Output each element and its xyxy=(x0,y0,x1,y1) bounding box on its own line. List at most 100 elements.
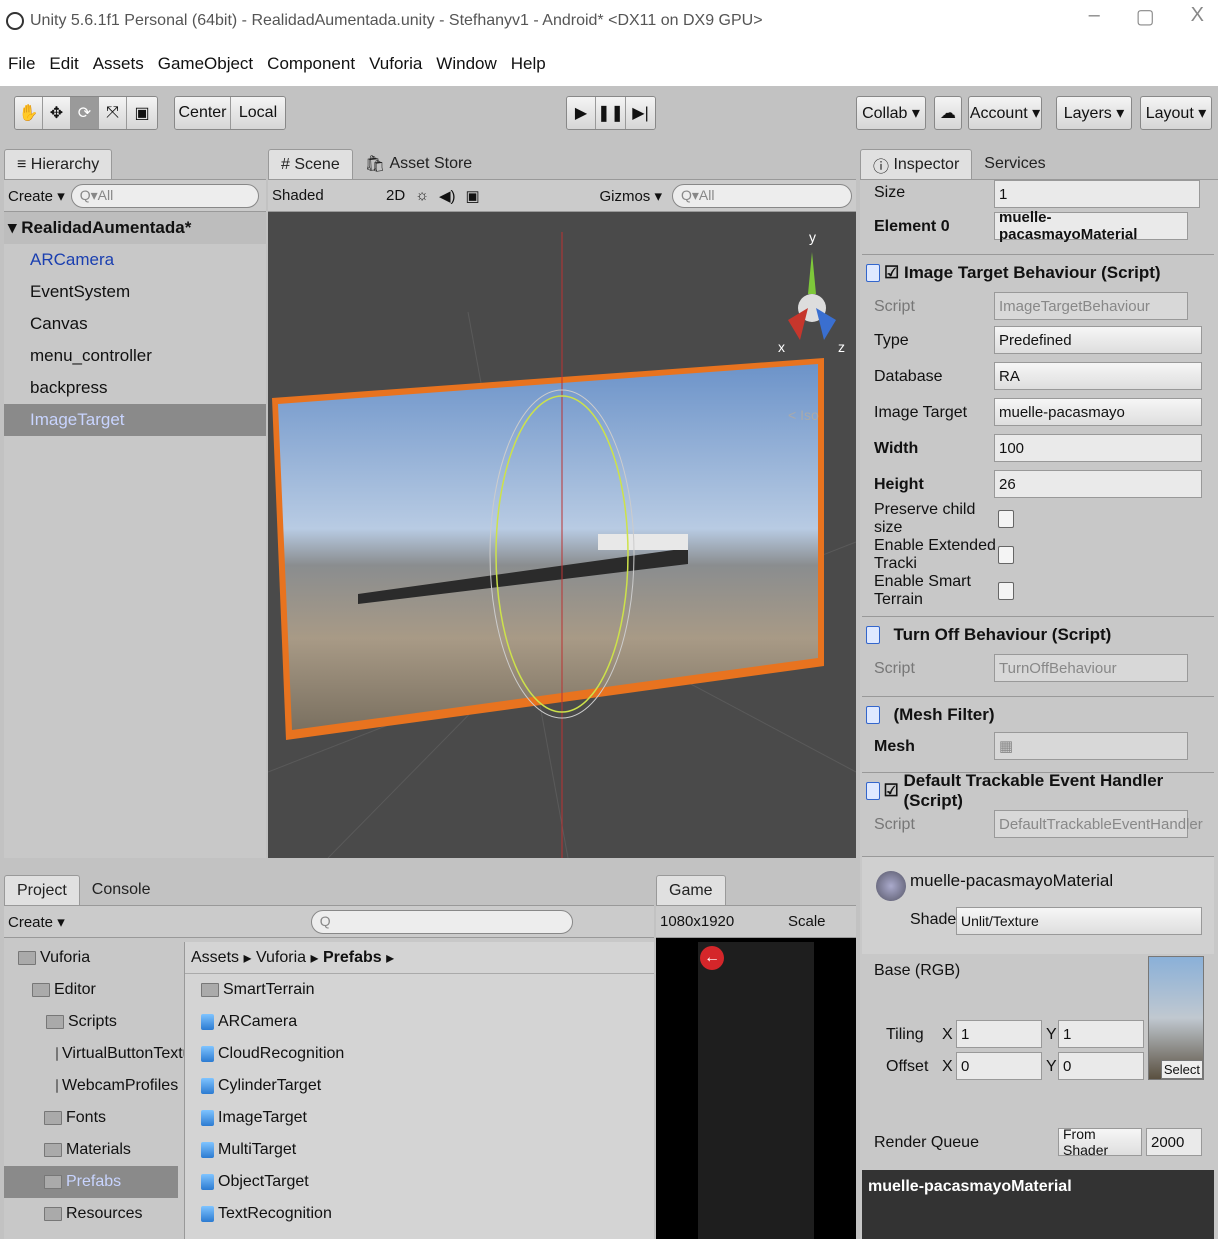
scale-tool-icon[interactable]: ⤧ xyxy=(99,97,127,129)
menu-assets[interactable]: Assets xyxy=(93,54,144,74)
lighting-icon[interactable]: ☼ xyxy=(415,187,429,204)
back-arrow-icon[interactable]: ← xyxy=(700,946,724,970)
tree-prefabs[interactable]: Prefabs xyxy=(4,1166,178,1198)
asset-item[interactable]: CloudRecognition xyxy=(185,1038,654,1070)
hierarchy-search-input[interactable]: Q▾All xyxy=(70,183,259,208)
menu-edit[interactable]: Edit xyxy=(49,54,78,74)
texture-select-button[interactable]: Select xyxy=(1160,1060,1203,1079)
tab-asset-store[interactable]: 🛍 Asset Store xyxy=(353,149,484,179)
gizmos-dropdown[interactable]: Gizmos ▾ xyxy=(599,187,662,205)
hierarchy-create-button[interactable]: Create ▾ xyxy=(8,187,65,205)
tab-game[interactable]: Game xyxy=(656,875,726,905)
tree-scripts[interactable]: Scripts xyxy=(4,1006,178,1038)
pivot-center-button[interactable]: Center xyxy=(175,97,231,129)
breadcrumb-prefabs[interactable]: Prefabs xyxy=(323,949,382,967)
tab-inspector[interactable]: ⓘ Inspector xyxy=(860,149,973,179)
tab-services[interactable]: Services xyxy=(972,149,1057,179)
tab-scene[interactable]: # Scene xyxy=(268,149,353,179)
cloud-icon[interactable]: ☁ xyxy=(934,96,962,130)
image-target-header[interactable]: ☑ Image Target Behaviour (Script) xyxy=(862,254,1214,290)
asset-item[interactable]: ARCamera xyxy=(185,1006,654,1038)
pause-icon[interactable]: ❚❚ xyxy=(596,97,627,129)
minimize-button[interactable]: – xyxy=(1089,4,1100,29)
step-icon[interactable]: ▶| xyxy=(626,97,655,129)
project-create-button[interactable]: Create ▾ xyxy=(8,913,65,931)
asset-item[interactable]: CylinderTarget xyxy=(185,1070,654,1102)
resolution-dropdown[interactable]: 1080x1920 xyxy=(660,913,782,930)
width-field[interactable]: 100 xyxy=(994,434,1202,462)
play-icon[interactable]: ▶ xyxy=(567,97,597,129)
meshfilter-header[interactable]: (Mesh Filter) xyxy=(862,696,1214,732)
layers-dropdown[interactable]: Layers ▾ xyxy=(1056,96,1132,130)
menu-vuforia[interactable]: Vuforia xyxy=(369,54,422,74)
restore-button[interactable]: ▢ xyxy=(1136,4,1155,29)
breadcrumb-vuforia[interactable]: Vuforia xyxy=(256,949,306,967)
hand-tool-icon[interactable]: ✋ xyxy=(15,97,43,129)
texture-thumbnail[interactable]: Select xyxy=(1148,956,1204,1080)
asset-item[interactable]: MultiTarget xyxy=(185,1134,654,1166)
menu-window[interactable]: Window xyxy=(436,54,496,74)
size-field[interactable]: 1 xyxy=(994,180,1200,208)
tiling-y-field[interactable]: 1 xyxy=(1058,1020,1144,1048)
tree-materials[interactable]: Materials xyxy=(4,1134,178,1166)
layout-dropdown[interactable]: Layout ▾ xyxy=(1140,96,1212,130)
scene-root[interactable]: ▾ RealidadAumentada* xyxy=(4,212,266,244)
hierarchy-item-eventsystem[interactable]: EventSystem xyxy=(4,276,266,308)
tiling-x-field[interactable]: 1 xyxy=(956,1020,1042,1048)
turnoff-script-field[interactable]: TurnOffBehaviour xyxy=(994,654,1188,682)
effects-icon[interactable]: ▣ xyxy=(465,187,479,205)
collab-button[interactable]: Collab ▾ xyxy=(856,96,926,130)
dteh-script-field[interactable]: DefaultTrackableEventHandler xyxy=(994,810,1203,838)
tree-fonts[interactable]: Fonts xyxy=(4,1102,178,1134)
height-field[interactable]: 26 xyxy=(994,470,1202,498)
mode-2d-button[interactable]: 2D xyxy=(386,187,405,204)
game-viewport[interactable]: ← xyxy=(656,938,856,1239)
scene-search-input[interactable]: Q▾All xyxy=(672,183,852,208)
close-button[interactable]: X xyxy=(1191,4,1204,29)
database-dropdown[interactable]: RA xyxy=(994,362,1202,390)
breadcrumb-assets[interactable]: Assets xyxy=(191,949,239,967)
tree-vuforia[interactable]: Vuforia xyxy=(4,942,178,974)
hierarchy-item-menu-controller[interactable]: menu_controller xyxy=(4,340,266,372)
tree-resources[interactable]: Resources xyxy=(4,1198,178,1230)
type-dropdown[interactable]: Predefined xyxy=(994,326,1202,354)
shading-mode-dropdown[interactable]: Shaded xyxy=(272,187,376,204)
scene-viewport[interactable]: y x z < Iso xyxy=(268,212,856,858)
account-dropdown[interactable]: Account ▾ xyxy=(968,96,1042,130)
tree-editor[interactable]: Editor xyxy=(4,974,178,1006)
tab-project[interactable]: Project xyxy=(4,875,80,905)
tree-webcamprofiles[interactable]: WebcamProfiles xyxy=(4,1070,178,1102)
audio-icon[interactable]: ◀) xyxy=(439,187,456,205)
menu-file[interactable]: File xyxy=(8,54,35,74)
tab-hierarchy[interactable]: ≡ Hierarchy xyxy=(4,149,113,179)
asset-item[interactable]: SmartTerrain xyxy=(185,974,654,1006)
move-tool-icon[interactable]: ✥ xyxy=(43,97,71,129)
render-queue-field[interactable]: 2000 xyxy=(1146,1128,1202,1156)
image-target-dropdown[interactable]: muelle-pacasmayo xyxy=(994,398,1202,426)
menu-gameobject[interactable]: GameObject xyxy=(158,54,253,74)
element0-field[interactable]: muelle-pacasmayoMaterial xyxy=(994,209,1188,243)
image-target-quad[interactable] xyxy=(272,358,824,740)
tree-virtualbutton[interactable]: VirtualButtonTextur xyxy=(4,1038,197,1070)
preserve-checkbox[interactable] xyxy=(998,510,1014,528)
image-target-script-field[interactable]: ImageTargetBehaviour xyxy=(994,292,1188,320)
extended-checkbox[interactable] xyxy=(998,546,1014,564)
asset-item[interactable]: ObjectTarget xyxy=(185,1166,654,1198)
offset-y-field[interactable]: 0 xyxy=(1058,1052,1144,1080)
rect-tool-icon[interactable]: ▣ xyxy=(127,97,157,129)
tab-console[interactable]: Console xyxy=(80,875,163,905)
rotate-tool-icon[interactable]: ⟳ xyxy=(71,97,99,129)
mesh-field[interactable]: ▦ xyxy=(994,732,1188,760)
pivot-local-button[interactable]: Local xyxy=(231,97,285,129)
hierarchy-item-backpress[interactable]: backpress xyxy=(4,372,266,404)
hierarchy-item-imagetarget[interactable]: ImageTarget xyxy=(4,404,266,436)
shader-dropdown[interactable]: Unlit/Texture xyxy=(956,907,1202,935)
hierarchy-item-arcamera[interactable]: ARCamera xyxy=(4,244,266,276)
offset-x-field[interactable]: 0 xyxy=(956,1052,1042,1080)
projection-label[interactable]: < Iso xyxy=(788,407,819,423)
project-search-input[interactable]: Q xyxy=(310,909,573,934)
hierarchy-item-canvas[interactable]: Canvas xyxy=(4,308,266,340)
asset-item[interactable]: ImageTarget xyxy=(185,1102,654,1134)
asset-item[interactable]: TextRecognition xyxy=(185,1198,654,1230)
turnoff-header[interactable]: Turn Off Behaviour (Script) xyxy=(862,616,1214,652)
